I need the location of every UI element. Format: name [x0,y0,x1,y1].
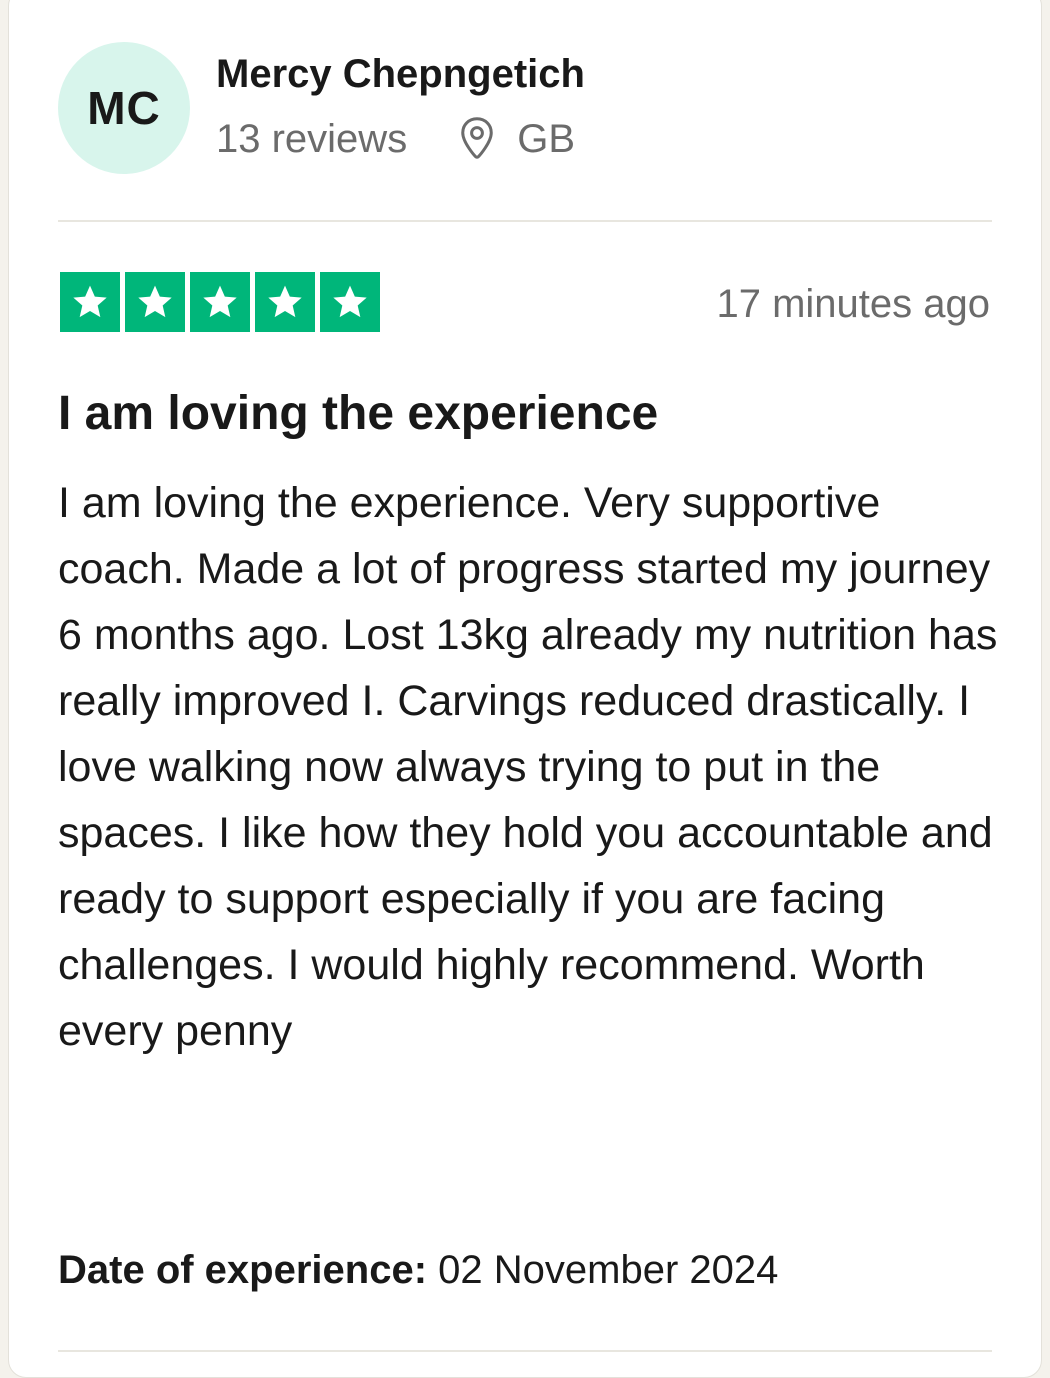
review-body: I am loving the experience. Very support… [58,479,998,1055]
star-icon [73,285,107,318]
review-title[interactable]: I am loving the experience [58,386,658,441]
reviewer-name[interactable]: Mercy Chepngetich [216,52,585,97]
star-rating [60,272,380,332]
location-pin-icon [461,117,493,159]
star-icon [333,285,367,318]
star-icon [203,285,237,318]
date-of-experience-label: Date of experience: [58,1248,428,1292]
star-1 [60,272,120,332]
star-4 [255,272,315,332]
review-time: 17 minutes ago [716,282,990,326]
star-icon [268,285,302,318]
review-count: 13 reviews [216,116,408,161]
reviewer-meta: 13 reviews GB [216,116,575,162]
star-3 [190,272,250,332]
star-2 [125,272,185,332]
date-of-experience: Date of experience: 02 November 2024 [58,1248,778,1293]
star-icon [138,285,172,318]
divider-bottom [58,1350,992,1352]
divider [58,220,992,222]
avatar-initials: MC [87,82,161,134]
date-of-experience-value: 02 November 2024 [438,1248,779,1292]
star-5 [320,272,380,332]
reviewer-location: GB [517,116,575,161]
avatar[interactable]: MC [58,42,190,174]
